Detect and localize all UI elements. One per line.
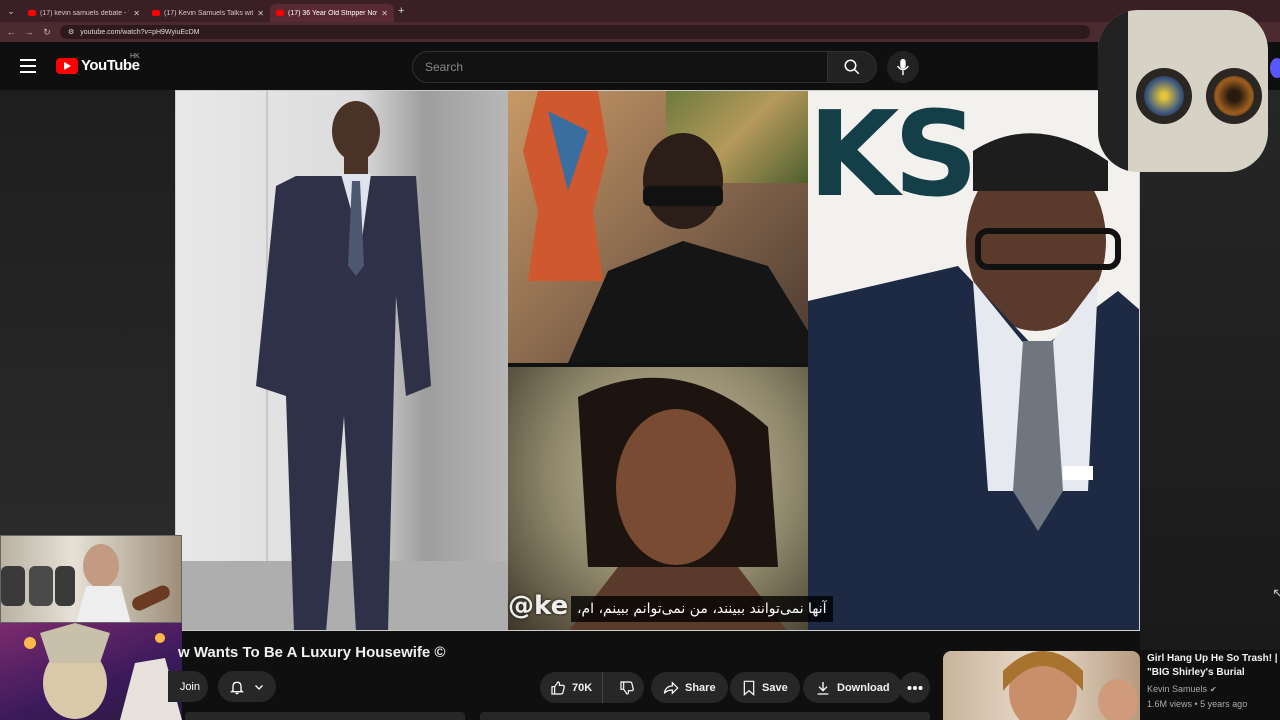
robot-left-eye-icon [1136, 68, 1192, 124]
youtube-favicon-icon [276, 10, 284, 16]
close-tab-icon[interactable]: ✕ [257, 9, 264, 18]
recommended-video-meta: 1.6M views • 5 years ago [1147, 699, 1248, 709]
youtube-play-icon [56, 57, 78, 74]
video-player[interactable]: KS @ke آنها نمی‌توانند ببینند، من نمی‌تو… [175, 90, 1140, 631]
microphone-icon [897, 58, 909, 76]
country-code: HK [130, 53, 140, 60]
recommended-video-title[interactable]: Girl Hang Up He So Trash! | "BIG Shirley… [1147, 652, 1280, 680]
recommended-video-channel[interactable]: Kevin Samuels ✔ [1147, 684, 1217, 694]
join-button[interactable]: Join [168, 671, 208, 702]
left-backdrop [0, 90, 175, 535]
share-icon [663, 680, 679, 695]
like-count: 70K [572, 681, 593, 694]
thumbs-down-icon [619, 680, 634, 695]
rec-channel-name: Kevin Samuels [1147, 684, 1208, 694]
browser-address-bar: ← → ↻ ⚙ youtube.com/watch?v=pH9WyiuEcDM [0, 22, 1280, 42]
browser-tab-bar: ⌄ (17) kevin samuels debate - Yo ✕ (17) … [0, 0, 1280, 22]
browser-tab-3[interactable]: (17) 36 Year Old Stripper Now ✕ [270, 4, 394, 22]
man-in-suit-figure [256, 101, 431, 630]
like-button[interactable]: 70K [540, 672, 604, 703]
robot-face-overlay [1098, 10, 1268, 172]
url-field[interactable]: ⚙ youtube.com/watch?v=pH9WyiuEcDM [60, 25, 1090, 39]
site-info-icon[interactable]: ⚙ [68, 28, 74, 36]
man-with-glasses-figure [568, 133, 808, 363]
back-icon[interactable]: ← [6, 27, 16, 37]
menu-icon[interactable] [20, 59, 36, 73]
video-panel-man-glasses [508, 91, 808, 363]
close-tab-icon[interactable]: ✕ [381, 9, 388, 18]
recommended-video-thumbnail[interactable] [943, 651, 1140, 720]
youtube-logo[interactable]: YouTube HK [56, 53, 140, 74]
youtube-favicon-icon [152, 10, 160, 16]
download-button[interactable]: Download [803, 672, 902, 703]
right-backdrop [1140, 90, 1280, 650]
tab-title: (17) kevin samuels debate - Yo [40, 9, 130, 17]
tab-title: (17) 36 Year Old Stripper Now [288, 9, 378, 17]
search-button[interactable] [827, 51, 877, 83]
more-horizontal-icon [907, 685, 922, 690]
robot-right-eye-icon [1206, 68, 1262, 124]
tab-search-icon[interactable]: ⌄ [0, 0, 22, 22]
url-text: youtube.com/watch?v=pH9WyiuEcDM [80, 28, 200, 36]
chevron-down-icon [255, 684, 263, 690]
animated-avatar-overlay [0, 623, 182, 720]
robot-shadow [1098, 10, 1128, 172]
rec-title-line2: "BIG Shirley's Burial [1147, 667, 1245, 678]
channel-watermark: @ke [508, 591, 569, 621]
avatar[interactable] [1270, 58, 1280, 78]
bell-icon [230, 681, 244, 694]
reload-icon[interactable]: ↻ [42, 27, 52, 38]
bookmark-icon [743, 680, 755, 696]
close-tab-icon[interactable]: ✕ [133, 9, 140, 18]
thumbs-up-icon [551, 680, 565, 695]
channel-row-placeholder [185, 712, 465, 720]
browser-tab-2[interactable]: (17) Kevin Samuels Talks with Y ✕ [146, 4, 270, 22]
search-icon [844, 59, 860, 75]
share-button[interactable]: Share [651, 672, 728, 703]
tab-title: (17) Kevin Samuels Talks with Y [164, 9, 253, 17]
webcam-figure [1, 544, 170, 622]
thumbnail-figure [1003, 651, 1138, 720]
closeup-man-figure [808, 133, 1139, 630]
rec-title-line1: Girl Hang Up He So Trash! | [1147, 653, 1278, 664]
youtube-favicon-icon [28, 10, 36, 16]
subscription-bell-button[interactable] [218, 671, 276, 702]
dislike-button[interactable] [609, 672, 644, 703]
streamer-webcam-overlay [0, 535, 182, 623]
download-label: Download [837, 681, 890, 694]
voice-search-button[interactable] [887, 51, 919, 83]
browser-tab-1[interactable]: (17) kevin samuels debate - Yo ✕ [22, 4, 146, 22]
youtube-header: YouTube HK Search [0, 42, 1280, 90]
share-label: Share [685, 681, 716, 694]
new-tab-icon[interactable]: + [398, 5, 404, 17]
video-panel-standing-man [176, 91, 508, 630]
wizard-avatar-icon [24, 623, 182, 720]
video-subtitle: آنها نمی‌توانند ببینند، من نمی‌توانم ببی… [571, 596, 833, 622]
save-label: Save [762, 681, 788, 694]
search-input[interactable]: Search [412, 51, 828, 83]
description-placeholder [480, 712, 930, 720]
download-icon [817, 681, 829, 695]
video-panel-closeup: KS [808, 91, 1139, 630]
video-title: w Wants To Be A Luxury Housewife © [178, 644, 446, 661]
cursor-arrow-icon: ↖ [1272, 585, 1280, 601]
verified-icon: ✔ [1210, 684, 1217, 694]
more-actions-button[interactable] [899, 672, 930, 703]
forward-icon[interactable]: → [24, 27, 34, 37]
save-button[interactable]: Save [730, 672, 800, 703]
like-dislike-group: 70K [540, 672, 644, 703]
